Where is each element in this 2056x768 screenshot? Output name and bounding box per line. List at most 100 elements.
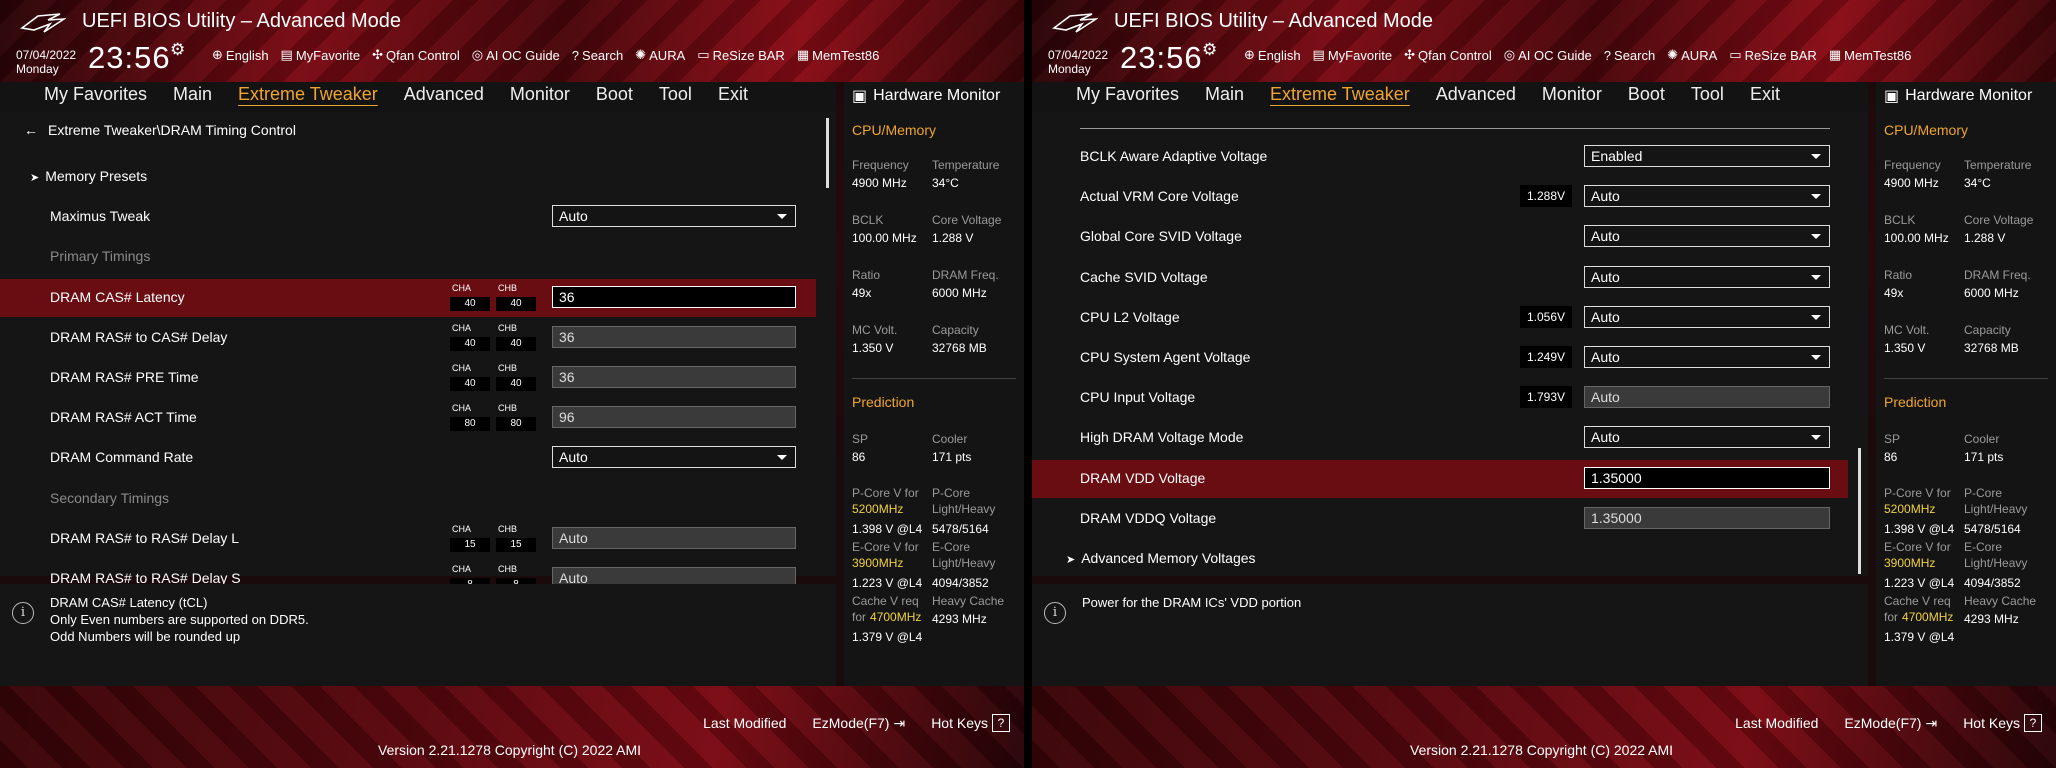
breadcrumb[interactable]: ← Extreme Tweaker\DRAM Timing Control — [24, 122, 296, 138]
channel-label: CHB — [498, 363, 518, 373]
tool-memtest86[interactable]: ▦ MemTest86 — [797, 47, 880, 63]
dropdown-select[interactable]: Auto — [1584, 225, 1830, 248]
tab-advanced[interactable]: Advanced — [404, 84, 500, 105]
setting-row[interactable]: DRAM RAS# to RAS# Delay L CHA 15 CHB 15 Auto — [0, 520, 836, 558]
gear-icon[interactable]: ⚙ — [1202, 40, 1217, 60]
channel-values: CHA 40 CHB 40 — [450, 363, 536, 391]
setting-label: DRAM RAS# PRE Time — [50, 369, 199, 385]
tool-search[interactable]: ? Search — [572, 47, 623, 63]
setting-row[interactable]: DRAM CAS# Latency CHA 40 CHB 40 36 — [0, 278, 816, 317]
chevron-down-icon — [1811, 154, 1821, 159]
setting-row[interactable]: ➤ Memory Presets — [0, 158, 836, 196]
setting-row[interactable]: ➤ Advanced Memory Voltages — [1032, 540, 1868, 578]
tool-label: AURA — [1681, 47, 1718, 63]
hotkeys-button[interactable]: Hot Keys? — [931, 714, 1010, 732]
hardware-monitor-title: ▣ Hardware Monitor — [1884, 86, 2032, 106]
dropdown-select[interactable]: Auto — [1584, 265, 1830, 288]
last-modified-button[interactable]: Last Modified — [1735, 714, 1818, 732]
hw-label: P-Core — [932, 486, 971, 500]
tab-tool[interactable]: Tool — [1691, 84, 1740, 105]
value-field[interactable]: 1.35000 — [1584, 466, 1830, 489]
tab-my-favorites[interactable]: My Favorites — [44, 84, 163, 105]
tool-myfavorite[interactable]: ▤ MyFavorite — [281, 47, 361, 63]
tab-boot[interactable]: Boot — [1628, 84, 1681, 105]
tab-exit[interactable]: Exit — [718, 84, 764, 105]
tool-ai-oc-guide[interactable]: ◎ AI OC Guide — [472, 47, 560, 63]
setting-row[interactable]: CPU L2 Voltage 1.056V Auto — [1032, 299, 1868, 337]
channel-b: CHB 15 — [496, 524, 536, 552]
dropdown-select[interactable]: Auto — [552, 205, 796, 228]
rog-logo-icon — [1052, 10, 1099, 36]
setting-row[interactable]: CPU System Agent Voltage 1.249V Auto — [1032, 339, 1868, 377]
tool-resize-bar[interactable]: ▭ ReSize BAR — [1729, 47, 1817, 63]
tool-aura[interactable]: ✺ AURA — [1667, 47, 1717, 63]
tab-monitor[interactable]: Monitor — [510, 84, 586, 105]
setting-row[interactable]: BCLK Aware Adaptive Voltage Enabled — [1032, 138, 1868, 176]
tool-search[interactable]: ? Search — [1604, 47, 1655, 63]
tab-advanced[interactable]: Advanced — [1436, 84, 1532, 105]
channel-a: CHA 40 — [450, 323, 490, 351]
tab-main[interactable]: Main — [1205, 84, 1260, 105]
tab-tool[interactable]: Tool — [659, 84, 708, 105]
setting-row[interactable]: Cache SVID Voltage Auto — [1032, 259, 1868, 297]
tab-exit[interactable]: Exit — [1750, 84, 1796, 105]
bios-screens: UEFI BIOS Utility – Advanced Mode 07/04/2… — [0, 0, 2056, 768]
tool-english[interactable]: ⊕ English — [1244, 47, 1301, 63]
channel-value: 15 — [450, 537, 490, 552]
setting-row[interactable]: High DRAM Voltage Mode Auto — [1032, 419, 1868, 457]
setting-row[interactable]: DRAM RAS# PRE Time CHA 40 CHB 40 36 — [0, 359, 836, 397]
field-value: Auto — [1591, 228, 1620, 245]
setting-row[interactable]: Global Core SVID Voltage Auto — [1032, 218, 1868, 256]
tool-aura[interactable]: ✺ AURA — [635, 47, 685, 63]
dropdown-select[interactable]: Auto — [1584, 346, 1830, 368]
tool-qfan-control[interactable]: ✣ Qfan Control — [1404, 47, 1492, 63]
setting-row[interactable]: Maximus Tweak Auto — [0, 198, 836, 236]
hw-label: DRAM Freq. — [1964, 268, 2031, 282]
dropdown-select[interactable]: Auto — [1584, 426, 1830, 449]
tab-boot[interactable]: Boot — [596, 84, 649, 105]
tab-extreme-tweaker[interactable]: Extreme Tweaker — [238, 84, 394, 105]
channel-label: CHA — [452, 322, 472, 333]
last-modified-button[interactable]: Last Modified — [703, 714, 786, 732]
resize-bar-icon: ▭ — [697, 47, 710, 62]
dropdown-select[interactable]: Enabled — [1584, 145, 1830, 167]
value-field[interactable]: 36 — [552, 285, 796, 308]
hw-label: Frequency — [1884, 158, 1941, 172]
tool-resize-bar[interactable]: ▭ ReSize BAR — [697, 47, 785, 63]
chevron-down-icon — [1811, 355, 1821, 360]
dropdown-select[interactable]: Auto — [552, 446, 796, 469]
tool-qfan-control[interactable]: ✣ Qfan Control — [372, 47, 460, 63]
ezmode-label: EzMode(F7) — [1844, 715, 1922, 731]
field-value: Auto — [1591, 349, 1620, 365]
back-arrow-icon[interactable]: ← — [24, 122, 38, 138]
chevron-down-icon — [1811, 274, 1821, 280]
tab-extreme-tweaker[interactable]: Extreme Tweaker — [1270, 84, 1426, 105]
tab-monitor[interactable]: Monitor — [1542, 84, 1618, 105]
setting-row[interactable]: CPU Input Voltage 1.793V Auto — [1032, 379, 1868, 417]
setting-row[interactable]: DRAM VDD Voltage 1.35000 — [1032, 459, 1848, 498]
dropdown-select[interactable]: Auto — [1584, 305, 1830, 328]
tool-english[interactable]: ⊕ English — [212, 47, 269, 63]
tool-memtest86[interactable]: ▦ MemTest86 — [1829, 47, 1912, 63]
hotkeys-button[interactable]: Hot Keys? — [1963, 714, 2042, 732]
tool-myfavorite[interactable]: ▤ MyFavorite — [1313, 47, 1393, 63]
channel-value: 15 — [496, 537, 536, 552]
ezmode-button[interactable]: EzMode(F7) ⇥ — [1844, 714, 1937, 732]
channel-label: CHB — [498, 282, 518, 293]
ezmode-button[interactable]: EzMode(F7) ⇥ — [812, 714, 905, 732]
setting-row[interactable]: DRAM Command Rate Auto — [0, 439, 836, 477]
gear-icon[interactable]: ⚙ — [170, 40, 185, 60]
tool-ai-oc-guide[interactable]: ◎ AI OC Guide — [1504, 47, 1592, 63]
setting-row[interactable]: DRAM RAS# to CAS# Delay CHA 40 CHB 40 36 — [0, 319, 836, 357]
setting-row: Primary Timings — [0, 238, 836, 276]
tab-my-favorites[interactable]: My Favorites — [1076, 84, 1195, 105]
setting-row[interactable]: Actual VRM Core Voltage 1.288V Auto — [1032, 178, 1868, 216]
tab-main[interactable]: Main — [173, 84, 228, 105]
submenu-item[interactable]: ➤ Memory Presets — [30, 168, 147, 184]
setting-row[interactable]: DRAM VDDQ Voltage 1.35000 — [1032, 500, 1868, 538]
dropdown-select[interactable]: Auto — [1584, 185, 1830, 208]
date-text: 07/04/2022 — [1048, 48, 1109, 62]
hw-value: 6000 MHz — [1964, 286, 2019, 300]
submenu-item[interactable]: ➤ Advanced Memory Voltages — [1066, 550, 1256, 566]
setting-row[interactable]: DRAM RAS# ACT Time CHA 80 CHB 80 96 — [0, 399, 836, 437]
